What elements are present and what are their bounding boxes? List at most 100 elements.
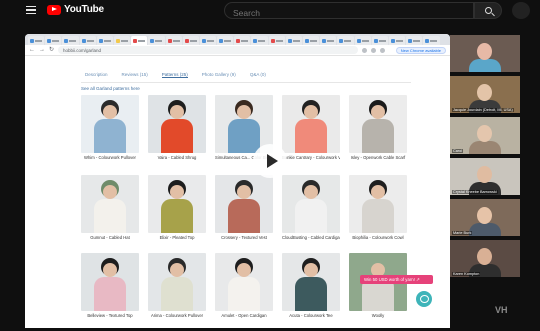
pattern-name[interactable]: Acuta - Colourwork Tee [282, 313, 340, 318]
product-tab[interactable]: Q&A (0) [250, 72, 266, 78]
pattern-card[interactable]: Crossery - Textured Vest [215, 175, 273, 240]
pattern-name[interactable]: Amulet - Open Cardigan [215, 313, 273, 318]
hamburger-menu-icon[interactable] [26, 6, 36, 14]
pattern-card[interactable]: Elixir - Pleated Top [148, 175, 206, 240]
browser-tab[interactable] [182, 36, 199, 45]
browser-tab[interactable] [148, 36, 165, 45]
pattern-name[interactable]: Biophilia - Colourwork Cowl [349, 235, 407, 240]
participant-face [477, 207, 492, 224]
forward-icon[interactable]: → [39, 47, 45, 53]
browser-tab[interactable] [285, 36, 302, 45]
browser-tab[interactable] [199, 36, 217, 45]
tab-favicon-icon [98, 38, 103, 43]
browser-tab[interactable] [165, 36, 182, 45]
pattern-name[interactable]: Arima - Colourwork Pullover [148, 313, 206, 318]
browser-tab[interactable] [113, 36, 131, 45]
browser-tab[interactable] [28, 36, 45, 45]
pattern-card[interactable]: Biophilia - Colourwork Cowl [349, 175, 407, 240]
garment-shape [362, 119, 394, 153]
browser-tab[interactable] [303, 36, 320, 45]
promo-banner[interactable]: Win 50 USD worth of yarn! ↗ [360, 275, 433, 284]
product-tab[interactable]: Reviews (15) [122, 72, 148, 78]
pattern-card[interactable]: Amulet - Open Cardigan [215, 253, 273, 318]
pattern-name[interactable]: Isley - Openwork Cable Scarf [349, 155, 407, 160]
update-chrome-button[interactable]: New Chrome available [395, 46, 446, 54]
tab-title [35, 39, 42, 42]
browser-tab[interactable] [62, 36, 79, 45]
product-tab[interactable]: Description [85, 72, 108, 78]
browser-tab[interactable] [96, 36, 113, 45]
participant-name: Carol [452, 149, 464, 153]
tab-favicon-icon [150, 38, 155, 43]
video-play-button[interactable] [253, 144, 287, 178]
browser-tab[interactable] [217, 36, 234, 45]
browser-tab[interactable] [354, 36, 371, 45]
pattern-name[interactable]: Crossery - Textured Vest [215, 235, 273, 240]
pattern-name[interactable]: Vaira - Cabled Shrug [148, 155, 206, 160]
search-input[interactable] [225, 5, 473, 21]
pattern-card[interactable]: Bankie Cantrary - Colourwork Vest [282, 95, 340, 160]
tab-title [224, 39, 232, 42]
garment-shape [228, 277, 260, 311]
browser-tab-strip [25, 34, 450, 45]
tab-favicon-icon [339, 38, 344, 43]
tab-title [310, 39, 317, 42]
browser-tab[interactable] [423, 36, 440, 45]
pattern-name[interactable]: Elixir - Pleated Top [148, 235, 206, 240]
product-tab[interactable]: Patterns (25) [161, 72, 188, 78]
browser-tab[interactable] [131, 36, 148, 45]
participant-tile: Marie Burk [450, 198, 520, 236]
pattern-card[interactable]: Isley - Openwork Cable Scarf [349, 95, 407, 160]
pattern-name[interactable]: Bankie Cantrary - Colourwork Vest [282, 155, 340, 160]
see-all-patterns-link[interactable]: See all Garland patterns here [81, 86, 140, 91]
back-icon[interactable]: ← [29, 47, 35, 53]
pattern-name[interactable]: Gumnut - Cabled Hat [81, 235, 139, 240]
pattern-name[interactable]: Belleview - Textured Top [81, 313, 139, 318]
model-head [304, 185, 318, 199]
pattern-card[interactable]: Acuta - Colourwork Tee [282, 253, 340, 318]
extension-icon[interactable] [371, 47, 377, 53]
pattern-card[interactable]: Vaira - Cabled Shrug [148, 95, 206, 160]
browser-tab[interactable] [251, 36, 268, 45]
tab-favicon-icon [287, 38, 292, 43]
search-button[interactable] [474, 2, 502, 19]
pattern-card[interactable]: Belleview - Textured Top [81, 253, 139, 318]
pattern-name[interactable]: Whim - Colourwork Pullover [81, 155, 139, 160]
pattern-card[interactable]: Arima - Colourwork Pullover [148, 253, 206, 318]
participant-body [469, 59, 501, 72]
browser-tab[interactable] [268, 36, 285, 45]
browser-tab[interactable] [79, 36, 96, 45]
model-head [103, 263, 117, 277]
pattern-photo [282, 175, 340, 233]
address-bar[interactable]: hobbii.com/garland [58, 46, 359, 54]
browser-tab[interactable] [234, 36, 251, 45]
participant-tile: Crystal Kneebe Barrowski [450, 157, 520, 195]
browser-tab[interactable] [320, 36, 337, 45]
browser-tab[interactable] [371, 36, 388, 45]
pattern-name[interactable]: Woolly [349, 313, 407, 318]
reload-icon[interactable]: ↻ [49, 47, 54, 53]
pattern-card[interactable]: Whim - Colourwork Pullover [81, 95, 139, 160]
pattern-card[interactable]: Gumnut - Cabled Hat [81, 175, 139, 240]
tab-favicon-icon [30, 38, 34, 43]
browser-tab[interactable] [388, 36, 406, 45]
tab-favicon-icon [270, 38, 275, 43]
garment-shape [362, 199, 394, 233]
browser-tab[interactable] [45, 36, 62, 45]
tab-title [378, 39, 386, 42]
pattern-photo [148, 253, 206, 311]
pattern-card[interactable]: CloudBusting - Cabled Cardigan [282, 175, 340, 240]
extension-icon[interactable] [362, 47, 368, 53]
youtube-logo[interactable]: YouTube [47, 4, 104, 15]
browser-tab[interactable] [337, 36, 354, 45]
participant-name: Marie Burk [452, 231, 473, 235]
voice-search-button[interactable] [512, 2, 530, 19]
browser-tab[interactable] [406, 36, 423, 45]
pattern-card[interactable]: Woolly [349, 253, 407, 318]
pattern-name[interactable]: CloudBusting - Cabled Cardigan [282, 235, 340, 240]
product-tab[interactable]: Photo Gallery (9) [202, 72, 236, 78]
extension-icon[interactable] [380, 47, 386, 53]
model-head [304, 263, 318, 277]
tab-favicon-icon [184, 38, 189, 43]
chat-icon[interactable] [416, 291, 432, 307]
